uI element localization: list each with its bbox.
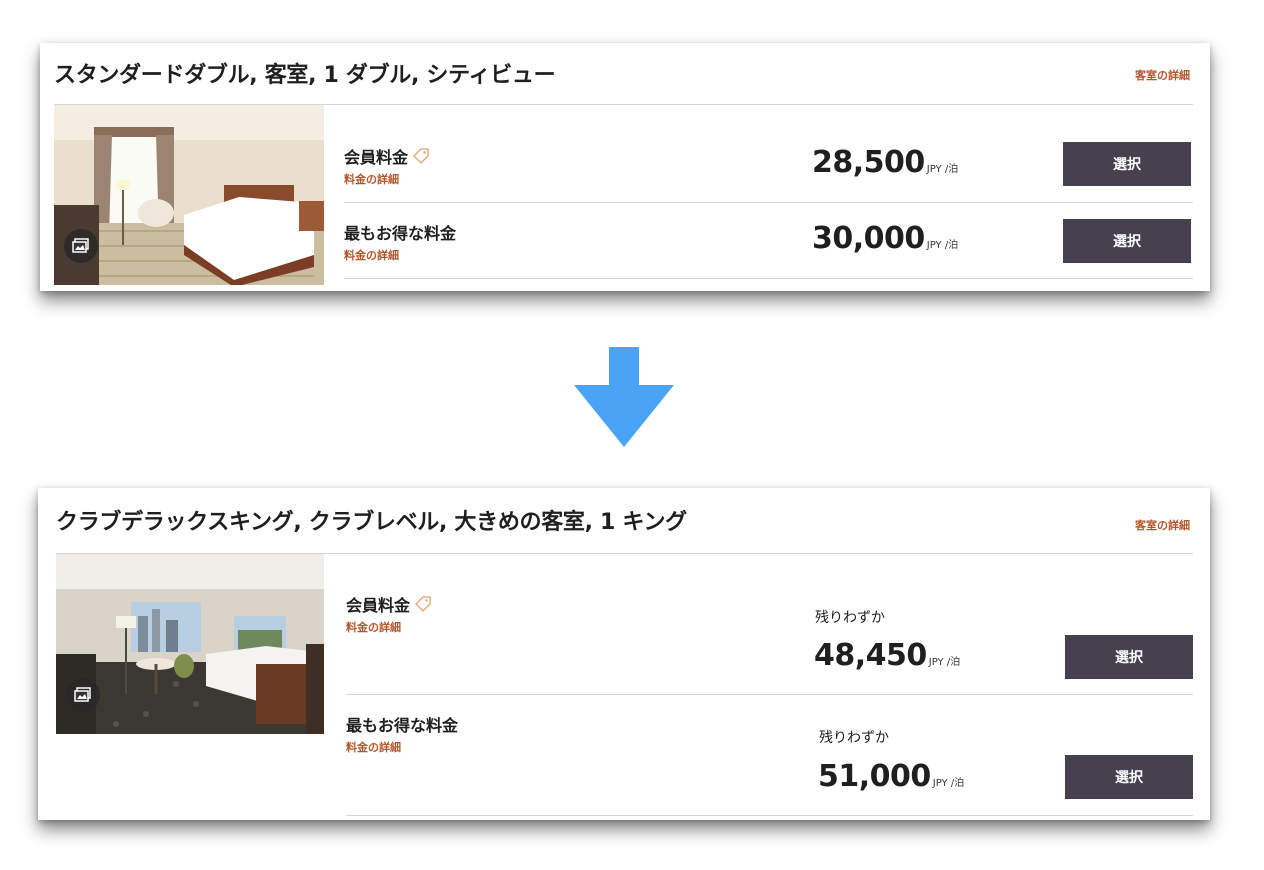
rate-details-link[interactable]: 料金の詳細: [346, 739, 401, 755]
room-photo[interactable]: [56, 554, 324, 734]
rate-name: 会員料金: [344, 144, 430, 168]
room-title: クラブデラックスキング, クラブレベル, 大きめの客室, 1 キング: [56, 510, 687, 535]
price-unit: JPY /泊: [928, 657, 961, 668]
rate-name: 最もお得な料金: [346, 716, 459, 735]
rate-details-link[interactable]: 料金の詳細: [346, 619, 401, 635]
tag-icon: [413, 148, 429, 164]
rate-name: 最もお得な料金: [344, 224, 457, 243]
price-unit: JPY /泊: [926, 240, 959, 251]
divider: [344, 278, 1193, 279]
price-amount: 30,000: [812, 221, 925, 256]
divider: [344, 202, 1193, 203]
price-amount: 51,000: [818, 759, 931, 794]
divider: [346, 694, 1193, 695]
price-amount: 48,450: [814, 638, 927, 673]
gallery-icon[interactable]: [66, 678, 100, 712]
price: 48,450 JPY /泊: [814, 638, 960, 673]
tag-icon: [415, 596, 431, 612]
price: 51,000 JPY /泊: [818, 759, 964, 794]
select-button[interactable]: 選択: [1065, 755, 1193, 799]
availability-notice: 残りわずか: [815, 610, 885, 626]
select-button[interactable]: 選択: [1065, 635, 1193, 679]
rate-details-link[interactable]: 料金の詳細: [344, 247, 399, 263]
select-button[interactable]: 選択: [1063, 142, 1191, 186]
room-title: スタンダードダブル, 客室, 1 ダブル, シティビュー: [54, 63, 556, 88]
select-button[interactable]: 選択: [1063, 219, 1191, 263]
price-amount: 28,500: [812, 145, 925, 180]
rate-details-link[interactable]: 料金の詳細: [344, 171, 399, 187]
price-unit: JPY /泊: [926, 164, 959, 175]
room-card-standard-double: スタンダードダブル, 客室, 1 ダブル, シティビュー 客室の詳細 会員料金 …: [40, 43, 1210, 291]
price: 28,500 JPY /泊: [812, 145, 958, 180]
room-card-club-deluxe-king: クラブデラックスキング, クラブレベル, 大きめの客室, 1 キング 客室の詳細: [38, 488, 1210, 820]
price: 30,000 JPY /泊: [812, 221, 958, 256]
room-details-link[interactable]: 客室の詳細: [1135, 67, 1190, 83]
availability-notice: 残りわずか: [819, 730, 889, 746]
room-photo[interactable]: [54, 105, 324, 285]
price-unit: JPY /泊: [932, 778, 965, 789]
divider: [346, 815, 1193, 816]
arrow-down-icon: [574, 347, 674, 447]
room-details-link[interactable]: 客室の詳細: [1135, 517, 1190, 533]
rate-name: 会員料金: [346, 592, 432, 616]
gallery-icon[interactable]: [64, 229, 98, 263]
